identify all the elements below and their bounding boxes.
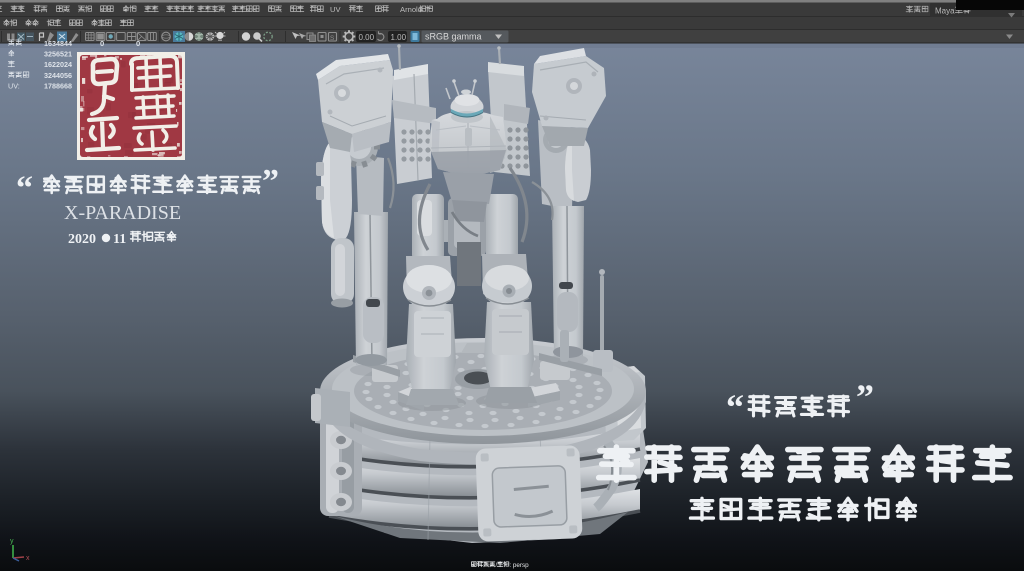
svg-text:0: 0 bbox=[100, 39, 104, 48]
svg-text:”: ” bbox=[262, 163, 279, 200]
svg-text:UV: UV bbox=[330, 5, 341, 14]
svg-text:1622024: 1622024 bbox=[44, 60, 72, 69]
svg-text:UV:: UV: bbox=[8, 82, 20, 91]
svg-text:1634844: 1634844 bbox=[44, 39, 72, 48]
svg-text:”: ” bbox=[856, 377, 874, 417]
svg-text:1.00: 1.00 bbox=[391, 33, 407, 42]
svg-text:11: 11 bbox=[113, 232, 126, 247]
svg-text:1788668: 1788668 bbox=[44, 82, 72, 91]
svg-text:3244056: 3244056 bbox=[44, 71, 72, 80]
svg-text:y: y bbox=[10, 538, 14, 545]
svg-text:2020: 2020 bbox=[68, 232, 96, 247]
svg-text:“: “ bbox=[16, 170, 33, 207]
svg-text:x: x bbox=[26, 555, 30, 562]
svg-text:Maya: Maya bbox=[935, 7, 955, 16]
svg-text:Arnold: Arnold bbox=[400, 5, 422, 14]
svg-text:0.00: 0.00 bbox=[359, 33, 375, 42]
svg-text:X-PARADISE: X-PARADISE bbox=[64, 202, 181, 224]
svg-text:“: “ bbox=[726, 387, 744, 427]
svg-text:sRGB gamma: sRGB gamma bbox=[425, 32, 482, 42]
svg-text:S: S bbox=[330, 35, 335, 42]
svg-text:/: / bbox=[495, 562, 497, 569]
svg-text:: persp: : persp bbox=[509, 562, 529, 569]
svg-text:0: 0 bbox=[136, 39, 140, 48]
svg-text:3256521: 3256521 bbox=[44, 50, 72, 59]
